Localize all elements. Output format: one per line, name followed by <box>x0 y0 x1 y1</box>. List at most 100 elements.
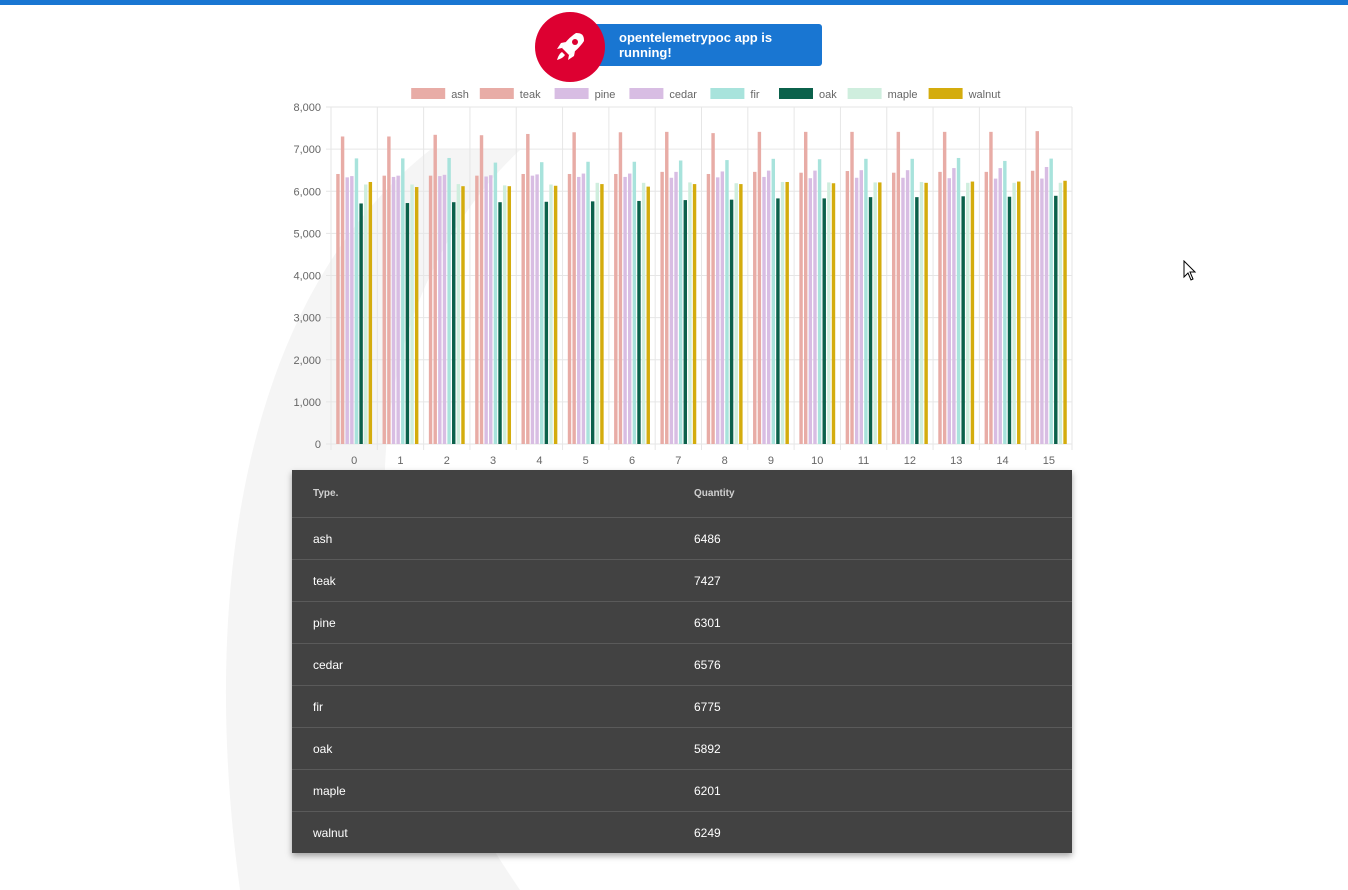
bar-ash <box>382 175 386 444</box>
x-tick-label: 8 <box>722 455 728 467</box>
bar-oak <box>776 198 780 444</box>
bar-chart-svg: 0 1,000 2,000 3,000 4,000 5,000 6,000 7,000 8,00… <box>293 88 1073 467</box>
bar-fir <box>586 161 590 444</box>
bar-cedar <box>766 170 771 444</box>
cell-type: fir <box>292 685 673 728</box>
top-accent-bar <box>0 0 1348 5</box>
bar-ash <box>706 173 711 444</box>
bar-maple <box>873 182 877 444</box>
bar-teak <box>479 135 484 444</box>
bar-teak <box>942 131 947 444</box>
bar-walnut <box>785 181 789 445</box>
cell-type: walnut <box>313 825 348 840</box>
x-tick-label: 12 <box>904 455 916 467</box>
bar-teak <box>526 133 530 444</box>
bar-teak <box>387 136 391 445</box>
bar-cedar <box>674 171 678 444</box>
bar-fir <box>771 158 775 444</box>
cell-quantity: 6201 <box>673 769 1072 812</box>
bar-pine <box>623 176 627 444</box>
legend-swatch-walnut <box>928 88 963 99</box>
bar-cedar <box>952 168 956 445</box>
bar-cedar <box>998 168 1002 445</box>
bar-ash <box>753 171 757 444</box>
bar-teak <box>896 131 901 444</box>
bar-oak <box>359 203 363 444</box>
bar-ash <box>1030 170 1035 444</box>
bar-walnut <box>878 182 882 444</box>
bar-pine <box>854 177 859 444</box>
cell-quantity: 6249 <box>694 825 721 840</box>
cell-quantity: 6576 <box>673 643 1072 686</box>
legend-swatch-cedar <box>629 88 664 99</box>
x-tick-label: 5 <box>583 455 589 467</box>
bar-walnut <box>831 183 836 444</box>
x-tick-label: 10 <box>811 455 823 467</box>
bar-walnut <box>507 186 512 444</box>
cell-type: ash <box>292 517 673 560</box>
bar-ash <box>799 172 803 444</box>
quantity-table: Type. Quantity ash 6486 teak 7427 pine 6301… <box>292 470 1072 853</box>
x-tick-label: 6 <box>629 455 635 467</box>
bar-pine <box>762 176 766 444</box>
bar-oak <box>868 197 873 444</box>
bar-pine <box>391 176 396 444</box>
cell-type: cedar <box>292 643 673 686</box>
bar-teak <box>618 132 623 444</box>
legend-swatch-ash <box>411 88 446 99</box>
bar-fir <box>354 158 359 444</box>
bar-oak <box>405 203 410 444</box>
table-row: maple 6201 <box>292 769 1072 812</box>
bar-fir <box>632 161 637 444</box>
bar-ash <box>336 173 340 444</box>
bar-pine <box>669 177 674 444</box>
bar-oak <box>1007 196 1012 444</box>
bar-maple <box>456 184 461 444</box>
bar-pine <box>715 177 720 444</box>
y-tick-label: 5,000 <box>293 228 321 240</box>
x-tick-label: 4 <box>536 455 542 467</box>
bar-teak <box>850 131 854 444</box>
bar-cedar <box>720 171 725 445</box>
x-tick-label: 13 <box>950 455 962 467</box>
bar-cedar <box>489 175 493 444</box>
bar-pine <box>993 178 998 445</box>
legend-swatch-fir <box>710 88 745 99</box>
bar-pine <box>438 176 442 444</box>
bar-walnut <box>368 181 373 445</box>
cell-type: oak <box>292 727 673 770</box>
bar-pine <box>484 176 488 444</box>
bar-fir <box>678 160 683 444</box>
y-tick-label: 8,000 <box>293 102 321 114</box>
bar-cedar <box>1044 166 1049 444</box>
bar-teak <box>572 132 576 444</box>
y-tick-label: 3,000 <box>293 313 321 325</box>
bar-walnut <box>924 182 928 444</box>
bar-maple <box>364 184 368 444</box>
x-tick-label: 2 <box>444 455 450 467</box>
bar-maple <box>966 182 970 444</box>
mouse-cursor-icon <box>1183 260 1197 281</box>
table-row: teak 7427 <box>292 559 1072 602</box>
bar-cedar <box>628 173 632 444</box>
bar-teak <box>757 131 762 444</box>
bar-oak <box>822 198 826 444</box>
bar-walnut <box>646 186 650 444</box>
x-tick-label: 9 <box>768 455 774 467</box>
bar-teak <box>989 131 993 444</box>
x-tick-label: 3 <box>490 455 496 467</box>
legend-swatch-maple <box>847 88 882 99</box>
cell-type: teak <box>292 559 673 602</box>
bar-pine <box>901 177 905 444</box>
cell-quantity: 6301 <box>673 601 1072 644</box>
x-tick-label: 11 <box>858 455 869 467</box>
bar-walnut <box>1063 180 1067 444</box>
bar-pine <box>808 178 813 444</box>
bar-oak <box>637 200 641 444</box>
legend-label-maple: maple <box>888 89 918 101</box>
bar-teak <box>711 133 715 444</box>
banner-message: opentelemetrypoc app is running! <box>585 24 822 66</box>
bar-teak <box>433 134 437 445</box>
bar-maple <box>1058 182 1063 444</box>
bar-ash <box>891 172 896 444</box>
